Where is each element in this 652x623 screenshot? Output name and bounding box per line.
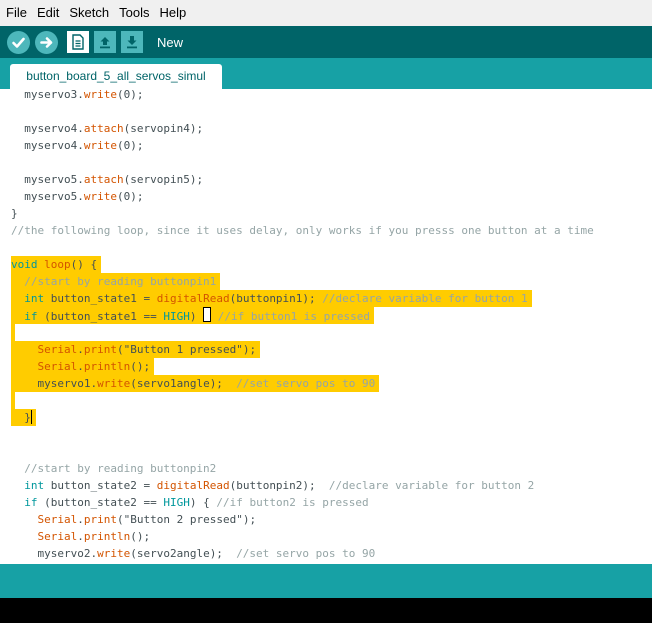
code-line-highlighted: Serial.print("Button 1 pressed");: [11, 341, 261, 358]
new-icon: [72, 34, 84, 50]
code-line-highlighted-empty: [11, 392, 15, 409]
upload-icon: [40, 36, 53, 48]
code-line: }: [11, 207, 18, 220]
code-comment-line: //the following loop, since it uses dela…: [11, 224, 594, 237]
save-icon: [127, 36, 137, 49]
upload-button[interactable]: [35, 30, 58, 54]
menu-help[interactable]: Help: [154, 0, 191, 26]
tab-bar: button_board_5_all_servos_simul: [0, 58, 652, 89]
status-bar: [0, 564, 652, 598]
console-output[interactable]: [0, 598, 652, 623]
menu-edit[interactable]: Edit: [32, 0, 64, 26]
code-line-highlighted: Serial.println();: [11, 358, 155, 375]
code-line: myservo5.attach(servopin5);: [11, 173, 204, 186]
code-line-highlighted: void loop() {: [11, 256, 102, 273]
menu-bar: File Edit Sketch Tools Help: [0, 0, 652, 27]
code-comment-line: //start by reading buttonpin2: [11, 462, 217, 475]
toolbar: New: [0, 26, 652, 58]
code-line: if (button_state2 == HIGH) { //if button…: [24, 496, 369, 509]
code-line-highlighted: if (button_state1 == HIGH) //if button1 …: [11, 307, 375, 324]
code-line: myservo5.write(0);: [11, 190, 144, 203]
new-button[interactable]: [67, 31, 89, 53]
code-line: int button_state2 = digitalRead(buttonpi…: [24, 479, 535, 492]
code-line-highlighted: //start by reading buttonpin1: [11, 273, 221, 290]
menu-sketch[interactable]: Sketch: [64, 0, 114, 26]
open-icon: [100, 37, 110, 49]
code-line: Serial.println();: [37, 530, 151, 543]
menu-tools[interactable]: Tools: [114, 0, 154, 26]
menu-file[interactable]: File: [0, 0, 32, 26]
verify-button[interactable]: [7, 30, 30, 54]
code-line: myservo4.write(0);: [11, 139, 144, 152]
bracket-match-box: [203, 307, 212, 322]
code-line: myservo4.attach(servopin4);: [11, 122, 204, 135]
text-cursor: [30, 410, 32, 424]
code-line-highlighted-empty: [11, 324, 15, 341]
code-line: myservo2.write(servo2angle); //set servo…: [11, 547, 376, 560]
open-button[interactable]: [94, 31, 116, 53]
verify-icon: [12, 37, 25, 48]
code-line-highlighted: myservo1.write(servo1angle); //set servo…: [11, 375, 380, 392]
code-line: Serial.print("Button 2 pressed");: [37, 513, 257, 526]
code-line: myservo3.write(0);: [11, 89, 144, 101]
toolbar-hover-label: New: [157, 34, 184, 50]
code-editor[interactable]: myservo3.write(0); myservo4.attach(servo…: [0, 89, 652, 564]
save-button[interactable]: [121, 31, 143, 53]
code-line-highlighted: int button_state1 = digitalRead(buttonpi…: [11, 290, 532, 307]
code-line-highlighted: }: [11, 409, 36, 426]
sketch-tab[interactable]: button_board_5_all_servos_simul: [10, 64, 222, 89]
